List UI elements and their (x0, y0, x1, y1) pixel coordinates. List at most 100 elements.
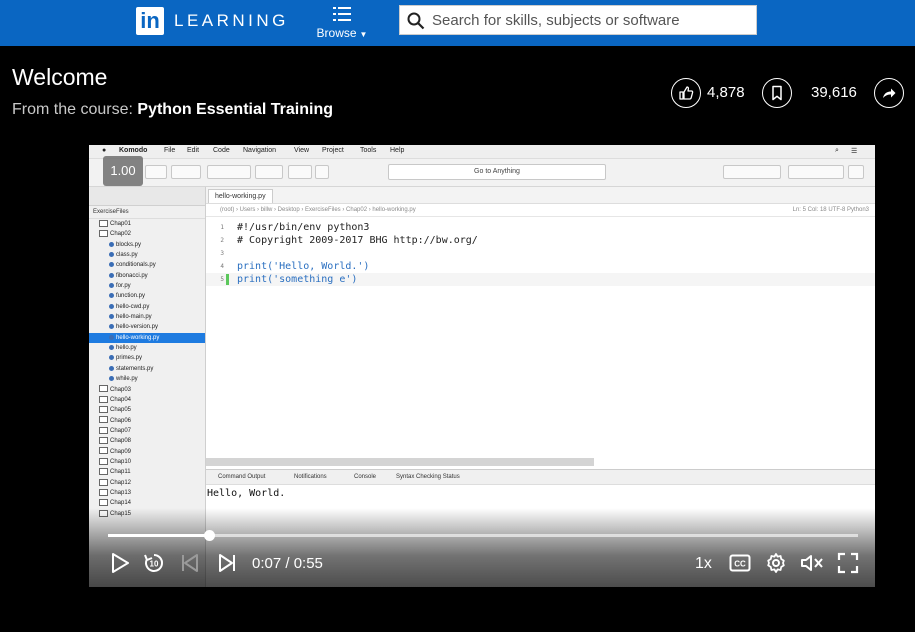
code-text: print('Hello, World.') (237, 261, 370, 272)
tree-item-label: Chap12 (110, 479, 132, 486)
python-file-icon (109, 262, 114, 268)
code-text: #!/usr/bin/env python3 (237, 222, 370, 233)
play-button[interactable] (108, 551, 132, 575)
tree-file[interactable]: class.py (89, 250, 205, 260)
tree-file[interactable]: function.py (89, 291, 205, 301)
line-number: 2 (220, 237, 224, 244)
browse-menu-button[interactable]: Browse ▼ (310, 4, 374, 44)
folder-icon (99, 426, 108, 434)
tree-folder[interactable]: Chap11 (89, 467, 205, 477)
python-file-icon (109, 334, 114, 340)
course-line: From the course: Python Essential Traini… (12, 101, 333, 119)
tree-item-label: hello-cwd.py (116, 303, 150, 310)
mute-button[interactable] (800, 551, 824, 575)
tree-item-label: Chap01 (110, 221, 132, 227)
line-number: 1 (220, 224, 224, 231)
ide-sidebar-tabs (89, 187, 205, 206)
ide-menu-komodo: Komodo (119, 147, 148, 154)
code-line: 1 #!/usr/bin/env python3 (206, 221, 875, 234)
settings-gear-icon (767, 553, 785, 573)
linkedin-learning-logo[interactable]: in LEARNING (136, 7, 289, 35)
ide-editor-tab: hello-working.py (208, 189, 273, 203)
tree-file[interactable]: hello-main.py (89, 312, 205, 322)
tree-folder[interactable]: Chap13 (89, 488, 205, 498)
thumbs-up-icon (679, 86, 694, 100)
search-icon (407, 12, 425, 30)
save-button[interactable] (762, 78, 792, 108)
settings-button[interactable] (764, 551, 788, 575)
ide-menu-navigation: Navigation (243, 147, 277, 154)
replay-10-button[interactable]: 10 (142, 551, 166, 575)
ide-panel-output: Hello, World. (207, 488, 286, 499)
ide-more-button (315, 165, 329, 179)
progress-bar[interactable] (108, 530, 858, 541)
tree-file[interactable]: blocks.py (89, 240, 205, 250)
ide-sidebar-header: ExerciseFiles (89, 206, 205, 219)
tree-folder[interactable]: Chap07 (89, 426, 205, 436)
share-button[interactable] (874, 78, 904, 108)
ide-editor-tabs: hello-working.py (206, 187, 875, 204)
tree-folder[interactable]: Chap08 (89, 436, 205, 446)
ide-menu-tools: Tools (360, 147, 377, 154)
tree-item-label: Chap07 (110, 427, 132, 434)
tree-item-label: fibonacci.py (116, 272, 148, 279)
tree-item-label: for.py (116, 283, 131, 290)
tree-folder[interactable]: Chap05 (89, 405, 205, 415)
tree-file[interactable]: hello-version.py (89, 322, 205, 332)
tree-file[interactable]: conditionals.py (89, 260, 205, 270)
tree-file[interactable]: statements.py (89, 364, 205, 374)
panel-tab-syntax: Syntax Checking Status (396, 474, 460, 480)
tree-item-label: Chap11 (110, 469, 131, 476)
tree-file[interactable]: while.py (89, 374, 205, 384)
tree-file[interactable]: hello-working.py (89, 332, 205, 344)
tree-file[interactable]: hello-cwd.py (89, 302, 205, 312)
learning-wordmark: LEARNING (174, 11, 289, 30)
tree-item-label: conditionals.py (116, 262, 156, 269)
ide-list-icon: ☰ (851, 148, 858, 155)
tree-item-label: blocks.py (116, 241, 142, 248)
tree-folder[interactable]: Chap12 (89, 478, 205, 488)
playback-rate-button[interactable]: 1x (695, 555, 712, 573)
tree-file[interactable]: fibonacci.py (89, 271, 205, 281)
tree-file[interactable]: hello.py (89, 343, 205, 353)
list-icon (333, 7, 351, 21)
tree-file[interactable]: for.py (89, 281, 205, 291)
python-file-icon (109, 282, 114, 288)
tree-item-label: Chap05 (110, 407, 132, 414)
tree-folder[interactable]: Chap10 (89, 457, 205, 467)
ide-debug-buttons (255, 165, 283, 179)
folder-icon (99, 499, 108, 507)
tree-folder[interactable]: Chap09 (89, 447, 205, 457)
tree-file[interactable]: primes.py (89, 353, 205, 363)
ide-menu-project: Project (322, 147, 344, 154)
folder-icon (99, 230, 108, 238)
captions-button[interactable]: CC (728, 551, 752, 575)
previous-button[interactable] (179, 551, 201, 575)
ide-menu-help: Help (390, 147, 405, 154)
tree-folder[interactable]: Chap01 (89, 219, 205, 229)
ide-breadcrumb-path: (root) › Users › billw › Desktop › Exerc… (220, 207, 416, 213)
ide-panel-tabs: Command Output Notifications Console Syn… (206, 470, 875, 485)
panel-tab-command-output: Command Output (218, 474, 266, 480)
time-display: 0:07 / 0:55 (252, 555, 323, 572)
tree-folder[interactable]: Chap03 (89, 385, 205, 395)
previous-icon (182, 554, 198, 572)
tree-folder[interactable]: Chap02 (89, 229, 205, 239)
like-button[interactable] (671, 78, 701, 108)
tree-item-label: function.py (116, 293, 146, 300)
ide-layout-menu (848, 165, 864, 179)
video-title: Welcome (12, 64, 108, 90)
tree-folder[interactable]: Chap04 (89, 395, 205, 405)
ide-file-tree: Chap01 Chap02 blocks.py class.py conditional… (89, 219, 205, 519)
search-bar (399, 5, 757, 35)
course-link[interactable]: Python Essential Training (137, 101, 333, 118)
tree-item-label: Chap14 (110, 500, 132, 507)
search-input[interactable] (432, 10, 748, 30)
folder-icon (99, 457, 108, 465)
tree-folder[interactable]: Chap06 (89, 416, 205, 426)
tree-item-label: hello-version.py (116, 324, 159, 331)
apple-icon: ● (102, 147, 107, 154)
fullscreen-button[interactable] (836, 551, 860, 575)
next-button[interactable] (216, 551, 238, 575)
python-file-icon (109, 251, 114, 257)
